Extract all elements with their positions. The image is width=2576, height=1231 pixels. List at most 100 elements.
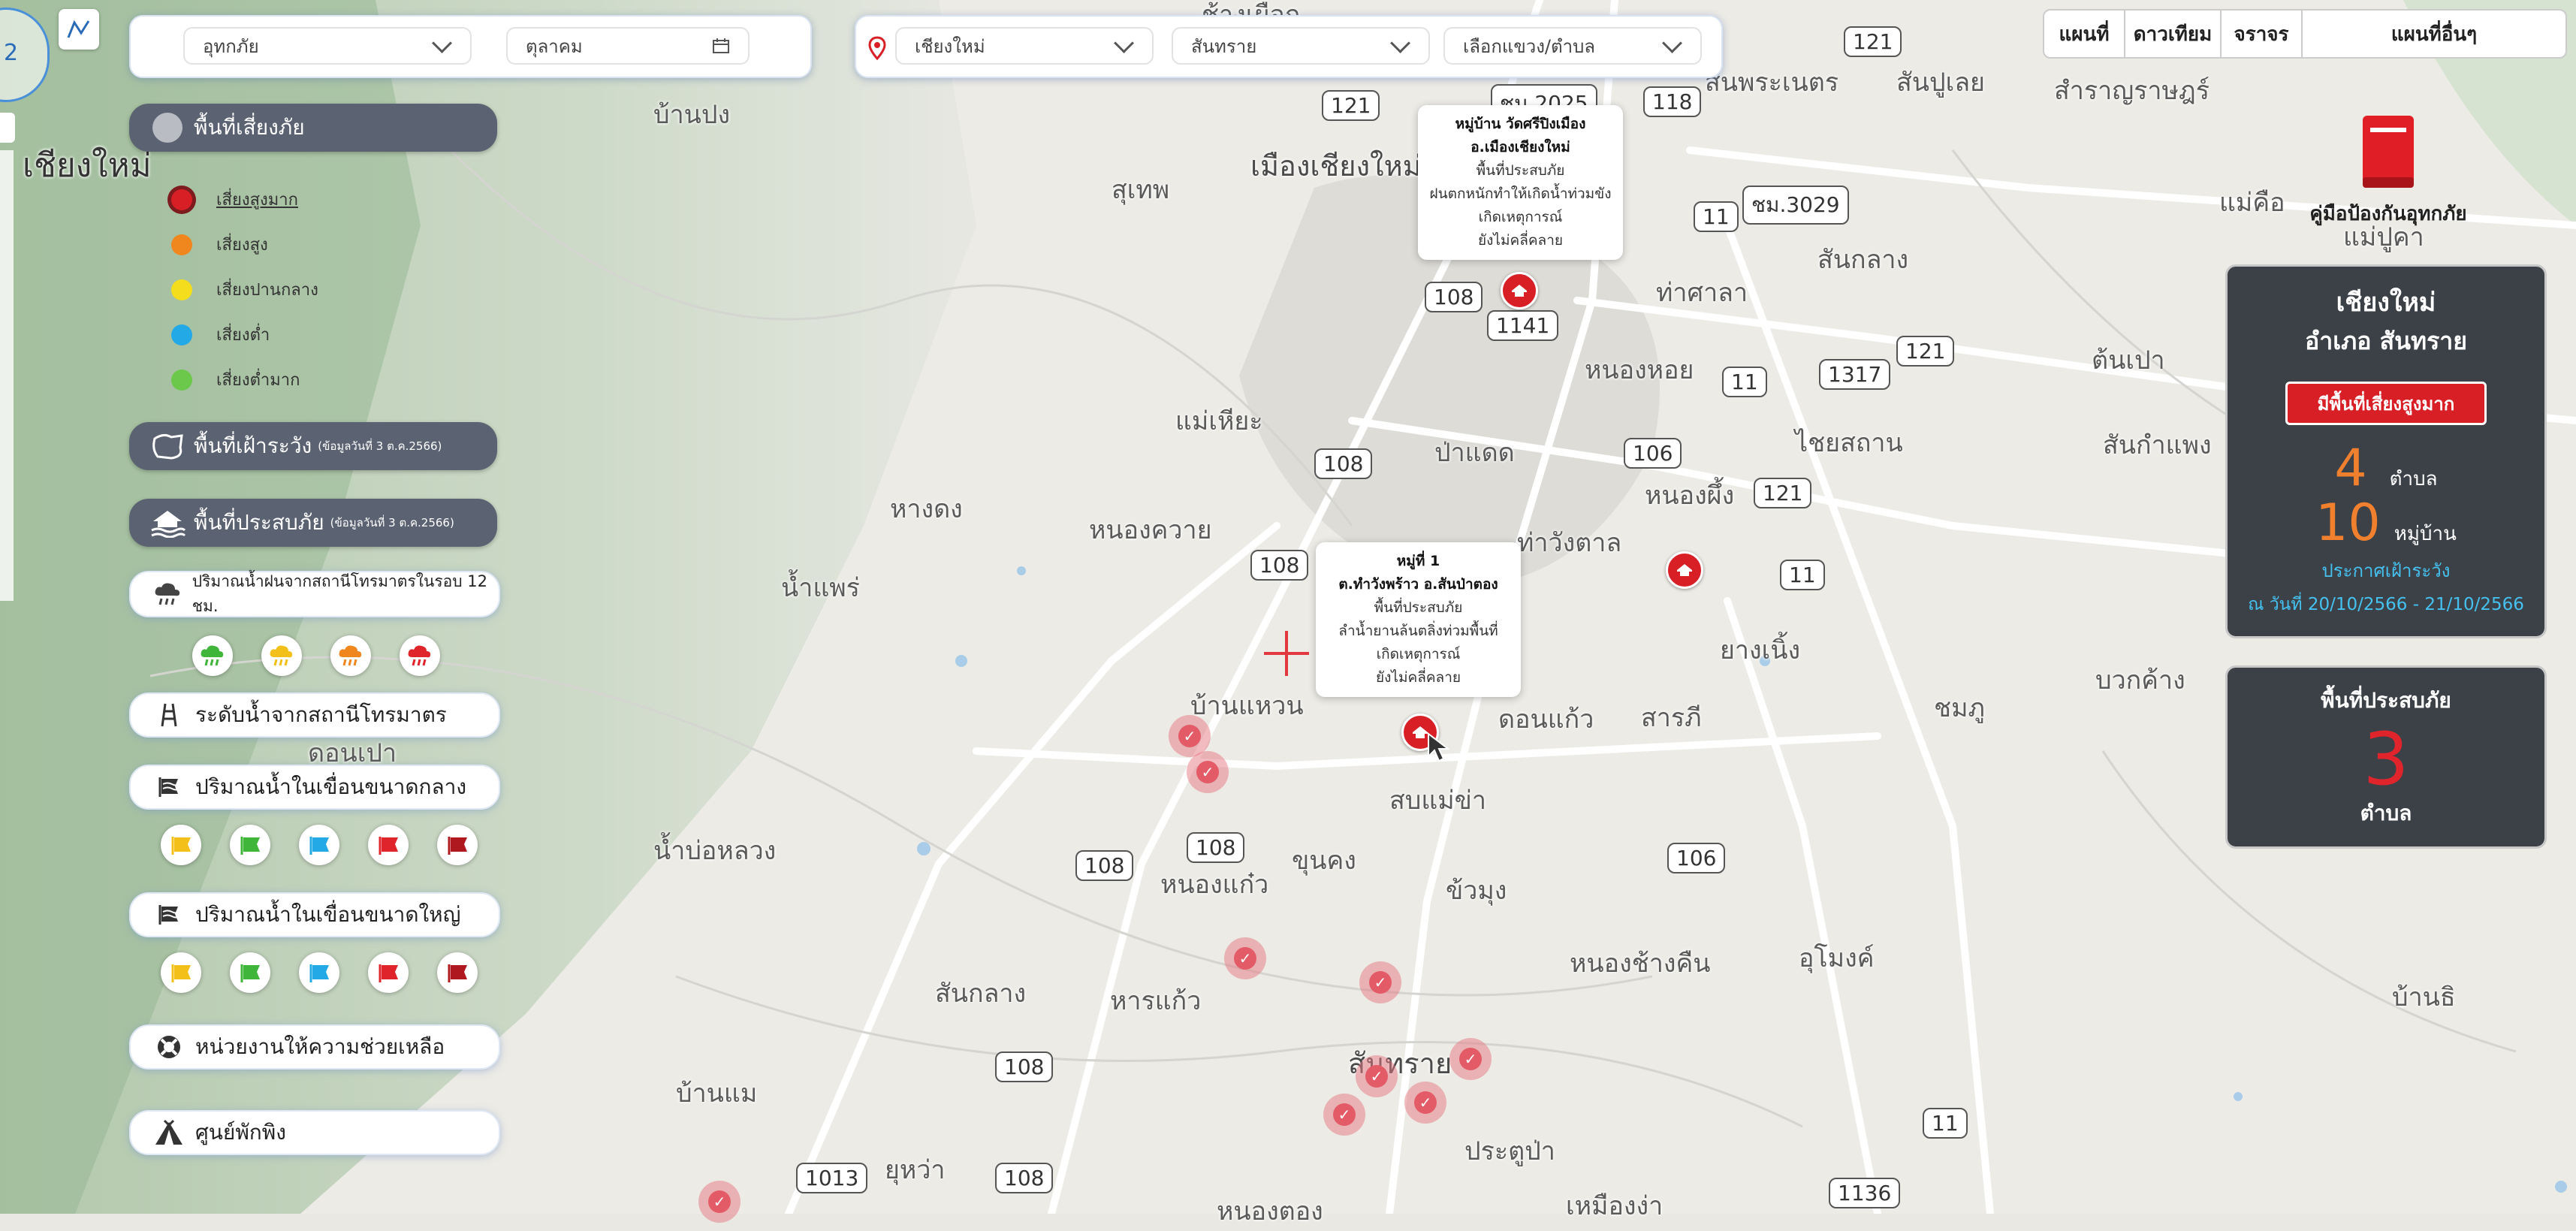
subdistrict-select[interactable]: เลือกแขวง/ตำบล xyxy=(1443,27,1702,65)
flood-area-count: 3 xyxy=(2363,717,2409,801)
map-label: ท่าศาลา xyxy=(1656,278,1748,308)
dam-filter-darkred[interactable] xyxy=(437,952,478,993)
rain-filter-orange[interactable] xyxy=(330,635,371,676)
dam-filter-green[interactable] xyxy=(230,952,270,993)
popup-title: หมู่บ้าน วัดศรีปิงเมือง xyxy=(1455,116,1586,132)
dam-filter-green[interactable] xyxy=(230,825,270,865)
check-icon: ✓ xyxy=(1369,971,1392,994)
district-select[interactable]: สันทราย xyxy=(1172,27,1430,65)
risk-area-toggle[interactable]: พื้นที่เสี่ยงภัย xyxy=(129,104,497,152)
popup-line: ลำน้ำยานล้นตลิ่งท่วมพื้นที่ xyxy=(1338,623,1498,639)
map-label: ข้วมุง xyxy=(1446,876,1507,906)
popup-line: เกิดเหตุการณ์ xyxy=(1376,646,1461,662)
chevron-down-icon xyxy=(1390,32,1410,53)
road-number-badge: 108 xyxy=(995,1163,1054,1193)
dam-filter-yellow[interactable] xyxy=(161,952,201,993)
rainfall-toggle[interactable]: ปริมาณน้ำฝนจากสถานีโทรมาตรในรอบ 12 ชม. xyxy=(129,571,500,617)
popup-line: ยังไม่คลี่คลาย xyxy=(1478,232,1563,249)
legend-item-high[interactable]: เสี่ยงสูง xyxy=(171,231,268,258)
legend-item-medium[interactable]: เสี่ยงปานกลาง xyxy=(171,276,318,303)
lifebuoy-icon xyxy=(158,1036,180,1058)
check-icon: ✓ xyxy=(1414,1091,1437,1114)
flood-area-toggle[interactable]: พื้นที่ประสบภัย (ข้อมูลวันที่ 3 ต.ค.2566) xyxy=(129,499,497,547)
flood-house-icon xyxy=(151,511,186,538)
rain-filter-green[interactable] xyxy=(192,635,233,676)
tambon-count: 4 xyxy=(2334,439,2367,498)
dam-flag-icon xyxy=(171,964,191,982)
map-label: สันพระเนตร xyxy=(1705,68,1839,98)
map-label: หนองควาย xyxy=(1089,515,1212,545)
draw-line-button[interactable] xyxy=(59,9,99,50)
filter-bar-left: อุทกภัย ตุลาคม xyxy=(129,15,812,78)
subdistrict-placeholder: เลือกแขวง/ตำบล xyxy=(1463,35,1596,57)
dam-filter-red[interactable] xyxy=(368,952,409,993)
tab-traffic[interactable]: จราจร xyxy=(2220,9,2303,59)
compass-edge[interactable] xyxy=(0,113,15,143)
resolved-marker[interactable]: ✓ xyxy=(1356,1055,1398,1097)
shelter-toggle[interactable]: ศูนย์พักพิง xyxy=(129,1110,500,1155)
dam-flag-icon xyxy=(379,837,398,855)
large-dam-toggle[interactable]: ปริมาณน้ำในเขื่อนขนาดใหญ่ xyxy=(129,892,500,937)
medium-dam-toggle[interactable]: ปริมาณน้ำในเขื่อนขนาดกลาง xyxy=(129,765,500,810)
water-level-toggle[interactable]: ระดับน้ำจากสถานีโทรมาตร xyxy=(129,692,500,738)
province-select[interactable]: เชียงใหม่ xyxy=(895,27,1154,65)
resolved-marker[interactable]: ✓ xyxy=(1404,1082,1446,1124)
zoom-slider[interactable] xyxy=(0,150,14,601)
dam-filter-darkred[interactable] xyxy=(437,825,478,865)
rain-filter-yellow[interactable] xyxy=(261,635,302,676)
resolved-marker[interactable]: ✓ xyxy=(1359,961,1401,1003)
resolved-marker[interactable]: ✓ xyxy=(1187,751,1229,793)
rain-cloud-icon xyxy=(339,645,362,666)
popup-line: ยังไม่คลี่คลาย xyxy=(1376,669,1461,686)
risk-area-label: พื้นที่เสี่ยงภัย xyxy=(194,115,305,140)
map-label: ประตูป่า xyxy=(1464,1136,1555,1166)
water-level-label: ระดับน้ำจากสถานีโทรมาตร xyxy=(195,702,447,727)
district-value: สันทราย xyxy=(1191,35,1257,57)
rain-cloud-icon xyxy=(201,645,224,666)
month-picker[interactable]: ตุลาคม xyxy=(506,27,750,65)
dam-filter-blue[interactable] xyxy=(299,825,339,865)
flood-marker[interactable] xyxy=(1501,272,1538,309)
legend-item-very-low[interactable]: เสี่ยงต่ำมาก xyxy=(171,367,300,393)
dam-flag-icon xyxy=(379,964,398,982)
rain-filter-red[interactable] xyxy=(400,635,440,676)
legend-dot xyxy=(171,369,192,391)
tab-satellite[interactable]: ดาวเทียม xyxy=(2124,9,2222,59)
rain-cloud-icon xyxy=(155,583,179,605)
map-label: บ้านแหวน xyxy=(1190,691,1304,721)
flood-marker[interactable] xyxy=(1666,551,1703,589)
resolved-marker[interactable]: ✓ xyxy=(1323,1094,1365,1136)
resolved-marker[interactable]: ✓ xyxy=(1449,1038,1492,1080)
flood-area-note: (ข้อมูลวันที่ 3 ต.ค.2566) xyxy=(330,516,454,530)
map-label: หนองช้างคืน xyxy=(1570,949,1711,979)
road-number-badge: 11 xyxy=(1694,201,1739,232)
handbook-link[interactable]: คู่มือป้องกันอุทกภัย xyxy=(2291,113,2486,229)
watch-area-label: พื้นที่เฝ้าระวัง xyxy=(194,433,312,458)
rescue-units-toggle[interactable]: หน่วยงานให้ความช่วยเหลือ xyxy=(129,1024,500,1070)
legend-item-low[interactable]: เสี่ยงต่ำ xyxy=(171,321,270,348)
map-label: สันกลาง xyxy=(935,979,1027,1009)
legend-item-very-high[interactable]: เสี่ยงสูงมาก xyxy=(171,186,298,213)
dam-filter-blue[interactable] xyxy=(299,952,339,993)
filter-bar-location: เชียงใหม่ สันทราย เลือกแขวง/ตำบล xyxy=(855,15,1723,78)
legend-label: เสี่ยงสูง xyxy=(216,236,268,255)
disaster-type-select[interactable]: อุทกภัย xyxy=(183,27,472,65)
dam-filter-yellow[interactable] xyxy=(161,825,201,865)
dam-filter-red[interactable] xyxy=(368,825,409,865)
map-label: ดอนแก้ว xyxy=(1498,705,1594,735)
watch-area-toggle[interactable]: พื้นที่เฝ้าระวัง (ข้อมูลวันที่ 3 ต.ค.2566… xyxy=(129,422,497,470)
road-number-badge: 11 xyxy=(1722,367,1767,397)
map-label: สบแม่ข่า xyxy=(1389,786,1486,816)
road-number-badge: 121 xyxy=(1754,478,1812,508)
tab-map[interactable]: แผนที่ xyxy=(2043,9,2125,59)
watch-dates: ณ วันที่ 20/10/2566 - 21/10/2566 xyxy=(2248,595,2524,614)
province-value: เชียงใหม่ xyxy=(915,35,985,57)
road-number-badge: ชม.3029 xyxy=(1742,186,1849,225)
legend-dot xyxy=(171,279,192,300)
map-label: ขุนคง xyxy=(1292,846,1356,876)
resolved-marker[interactable]: ✓ xyxy=(1224,937,1266,979)
popup-line: พื้นที่ประสบภัย xyxy=(1374,599,1463,616)
tab-other-maps[interactable]: แผนที่อื่นๆ xyxy=(2301,9,2567,59)
resolved-marker[interactable]: ✓ xyxy=(698,1181,741,1223)
road-number-badge: 11 xyxy=(1923,1108,1968,1139)
